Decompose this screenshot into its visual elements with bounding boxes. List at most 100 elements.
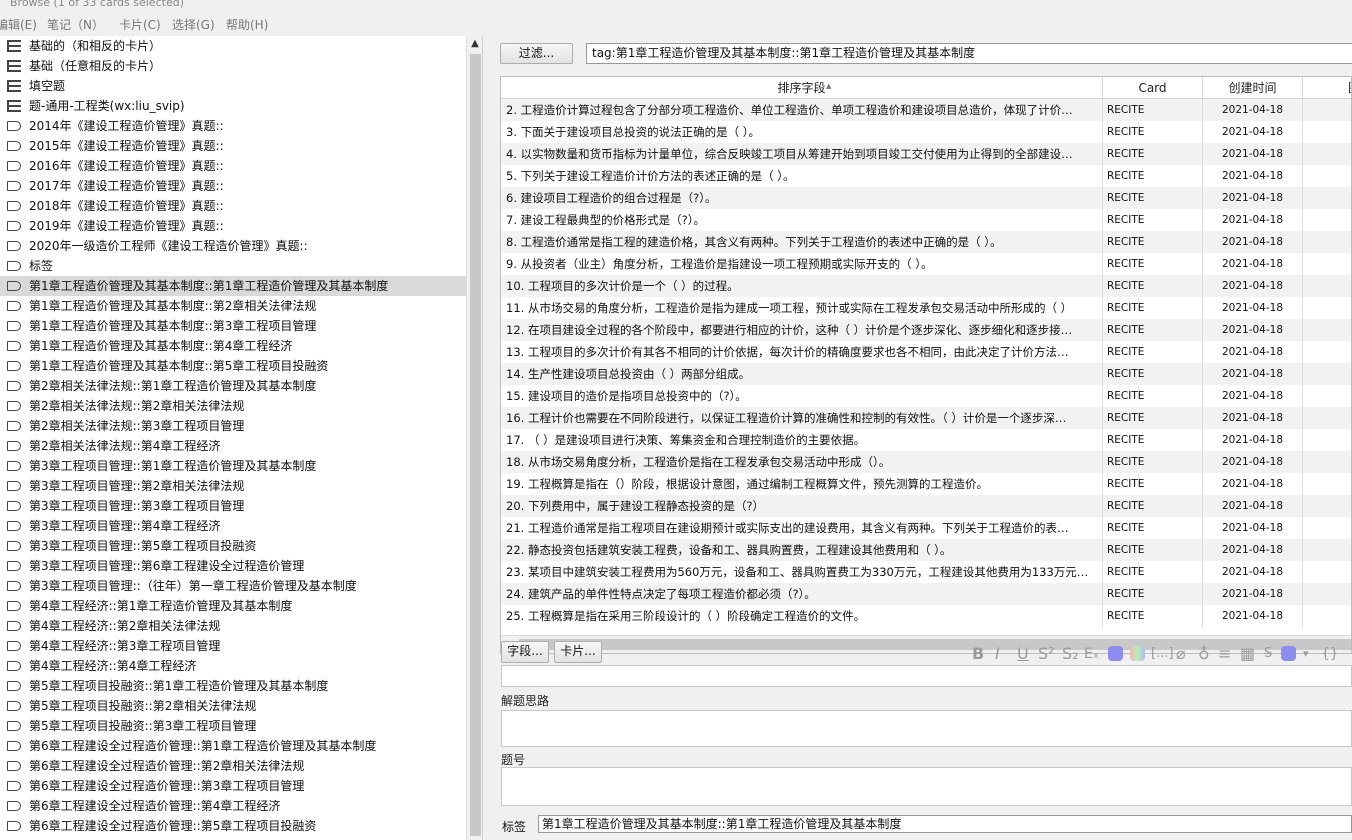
list-icon[interactable]: ≡	[1218, 644, 1231, 664]
sidebar-item[interactable]: 第6章工程建设全过程造价管理::第5章工程项目投融资	[0, 816, 466, 836]
text-color-icon[interactable]	[1108, 646, 1123, 661]
sidebar-item[interactable]: 第2章相关法律法规::第3章工程项目管理	[0, 416, 466, 436]
sidebar-item[interactable]: 第6章工程建设全过程造价管理::第1章工程造价管理及其基本制度	[0, 736, 466, 756]
table-row[interactable]: 16. 工程计价也需要在不同阶段进行，以保证工程造价计算的准确性和控制的有效性。…	[501, 407, 1351, 429]
sidebar-item[interactable]: 基础的（和相反的卡片）	[0, 36, 466, 56]
clear-format-icon[interactable]: Eₓ	[1084, 644, 1099, 664]
sidebar-item[interactable]: 第1章工程造价管理及其基本制度::第5章工程项目投融资	[0, 356, 466, 376]
sidebar-item[interactable]: 第4章工程经济::第1章工程造价管理及其基本制度	[0, 596, 466, 616]
table-row[interactable]: 5. 下列关于建设工程造价计价方法的表述正确的是（ ）。 RECITE 2021-0…	[501, 165, 1351, 187]
table-row[interactable]: 17. （ ）是建设项目进行决策、筹集资金和合理控制造价的主要依据。 RECITE…	[501, 429, 1351, 451]
field-editor-top[interactable]	[501, 665, 1352, 687]
sidebar-item[interactable]: 第4章工程经济::第2章相关法律法规	[0, 616, 466, 636]
sidebar-item[interactable]: 第3章工程项目管理::第1章工程造价管理及其基本制度	[0, 456, 466, 476]
table-row[interactable]: 3. 下面关于建设项目总投资的说法正确的是（ ）。 RECITE 2021-04-1…	[501, 121, 1351, 143]
sidebar-item[interactable]: 第5章工程项目投融资::第2章相关法律法规	[0, 696, 466, 716]
sidebar-item[interactable]: 第4章工程经济::第4章工程经济	[0, 656, 466, 676]
cloze-icon[interactable]: [...]	[1151, 644, 1174, 664]
table-row[interactable]: 14. 生产性建设项目总投资由（ ）两部分组成。 RECITE 2021-04-18	[501, 363, 1351, 385]
menu-go[interactable]: 选择(G)	[172, 16, 215, 33]
table-row[interactable]: 12. 在项目建设全过程的各个阶段中，都要进行相应的计价，这种（ ）计价是个逐步…	[501, 319, 1351, 341]
column-header-sort-field[interactable]: ▲ 排序字段	[501, 77, 1103, 99]
menu-help[interactable]: 帮助(H)	[226, 16, 268, 33]
sidebar-item[interactable]: 第6章工程建设全过程造价管理::第3章工程项目管理	[0, 776, 466, 796]
sidebar-item[interactable]: 第6章工程建设全过程造价管理::第2章相关法律法规	[0, 756, 466, 776]
menu-edit[interactable]: 编辑(E)	[0, 16, 37, 33]
cards-button[interactable]: 卡片...	[554, 641, 602, 663]
table-row[interactable]: 4. 以实物数量和货币指标为计量单位，综合反映竣工项目从筹建开始到项目竣工交付使…	[501, 143, 1351, 165]
sidebar-scroll-thumb[interactable]	[470, 54, 481, 836]
sidebar-item[interactable]: 第1章工程造价管理及其基本制度::第3章工程项目管理	[0, 316, 466, 336]
table-row[interactable]: 2. 工程造价计算过程包含了分部分项工程造价、单位工程造价、单项工程造价和建设项…	[501, 99, 1351, 121]
menu-cards[interactable]: 卡片(C)	[119, 16, 161, 33]
sidebar-item[interactable]: 第4章工程经济::第3章工程项目管理	[0, 636, 466, 656]
table-row[interactable]: 6. 建设项目工程造价的组合过程是（?）。 RECITE 2021-04-18	[501, 187, 1351, 209]
sidebar-item[interactable]: 第2章相关法律法规::第2章相关法律法规	[0, 396, 466, 416]
table-row[interactable]: 18. 从市场交易角度分析，工程造价是指在工程发承包交易活动中形成（）。 RECI…	[501, 451, 1351, 473]
column-header-created[interactable]: 创建时间	[1203, 77, 1303, 99]
underline-icon[interactable]: U	[1017, 644, 1029, 664]
sidebar-item[interactable]: 第5章工程项目投融资::第3章工程项目管理	[0, 716, 466, 736]
sidebar-item[interactable]: 第1章工程造价管理及其基本制度::第4章工程经济	[0, 336, 466, 356]
table-row[interactable]: 7. 建设工程最典型的价格形式是（?）。 RECITE 2021-04-18	[501, 209, 1351, 231]
sidebar-item[interactable]: 第3章工程项目管理::第2章相关法律法规	[0, 476, 466, 496]
sidebar-item[interactable]: 第3章工程项目管理::第5章工程项目投融资	[0, 536, 466, 556]
sidebar-item[interactable]: 基础（任意相反的卡片）	[0, 56, 466, 76]
sidebar-item[interactable]: 第3章工程项目管理::（往年）第一章工程造价管理及基本制度	[0, 576, 466, 596]
table-row[interactable]: 22. 静态投资包括建筑安装工程费，设备和工、器具购置费，工程建设其他费用和（ …	[501, 539, 1351, 561]
column-header-deck[interactable]: 图	[1303, 77, 1351, 99]
sidebar-item[interactable]: 第1章工程造价管理及其基本制度::第2章相关法律法规	[0, 296, 466, 316]
record-audio-icon[interactable]: ♁	[1198, 644, 1210, 664]
bold-icon[interactable]: B	[972, 644, 984, 664]
filter-button[interactable]: 过滤...	[500, 43, 573, 64]
field-editor-solution[interactable]	[501, 710, 1352, 747]
scroll-up-arrow-icon[interactable]: ▲	[467, 36, 482, 52]
italic-icon[interactable]: I	[995, 644, 1000, 664]
sidebar-item[interactable]: 第5章工程项目投融资::第1章工程造价管理及其基本制度	[0, 676, 466, 696]
table-row[interactable]: 19. 工程概算是指在（）阶段，根据设计意图，通过编制工程概算文件，预先测算的工…	[501, 473, 1351, 495]
sidebar-item[interactable]: 第2章相关法律法规::第4章工程经济	[0, 436, 466, 456]
table-row[interactable]: 23. 某项目中建筑安装工程费用为560万元，设备和工、器具购置费工为330万元…	[501, 561, 1351, 583]
table-row[interactable]: 25. 工程概算是指在采用三阶段设计的（ ）阶段确定工程造价的文件。 RECITE…	[501, 605, 1351, 627]
tags-input[interactable]: 第1章工程造价管理及其基本制度::第1章工程造价管理及其基本制度	[538, 815, 1352, 833]
superscript-icon[interactable]: S²	[1038, 644, 1055, 664]
sidebar-item[interactable]: 2018年《建设工程造价管理》真题::	[0, 196, 466, 216]
sidebar-item[interactable]: 2015年《建设工程造价管理》真题::	[0, 136, 466, 156]
sidebar-item[interactable]: 第6章工程建设全过程造价管理::第4章工程经济	[0, 796, 466, 816]
sidebar-item[interactable]: 填空题	[0, 76, 466, 96]
table-row[interactable]: 8. 工程造价通常是指工程的建造价格，其含义有两种。下列关于工程造价的表述中正确…	[501, 231, 1351, 253]
menu-notes[interactable]: 笔记（N）	[47, 16, 104, 33]
attach-icon[interactable]: ⌀	[1176, 644, 1186, 664]
sidebar-item[interactable]: 第3章工程项目管理::第4章工程经济	[0, 516, 466, 536]
background-color-icon[interactable]	[1281, 646, 1296, 661]
sidebar-item[interactable]: 第3章工程项目管理::第6章工程建设全过程造价管理	[0, 556, 466, 576]
subscript-icon[interactable]: S₂	[1062, 644, 1079, 664]
sidebar-item[interactable]: 第2章相关法律法规::第1章工程造价管理及其基本制度	[0, 376, 466, 396]
table-row[interactable]: 24. 建筑产品的单件性特点决定了每项工程造价都必须（?）。 RECITE 2021…	[501, 583, 1351, 605]
sidebar-item[interactable]: 2016年《建设工程造价管理》真题::	[0, 156, 466, 176]
sidebar-item[interactable]: 2017年《建设工程造价管理》真题::	[0, 176, 466, 196]
sidebar-item[interactable]: 2019年《建设工程造价管理》真题::	[0, 216, 466, 236]
table-row[interactable]: 11. 从市场交易的角度分析，工程造价是指为建成一项工程，预计或实际在工程发承包…	[501, 297, 1351, 319]
fields-button[interactable]: 字段...	[501, 641, 549, 663]
sidebar-item[interactable]: 题-通用-工程类(wx:liu_svip)	[0, 96, 466, 116]
sidebar-item[interactable]: 2014年《建设工程造价管理》真题::	[0, 116, 466, 136]
table-row[interactable]: 21. 工程造价通常是指工程项目在建设期预计或实际支出的建设费用，其含义有两种。…	[501, 517, 1351, 539]
chevron-down-icon[interactable]: ▾	[1303, 644, 1309, 664]
search-input[interactable]: tag:第1章工程造价管理及其基本制度::第1章工程造价管理及其基本制度	[586, 43, 1352, 64]
sidebar-item[interactable]: 2020年一级造价工程师《建设工程造价管理》真题::	[0, 236, 466, 256]
table-row[interactable]: 9. 从投资者（业主）角度分析，工程造价是指建设一项工程预期或实际开支的（ ）。…	[501, 253, 1351, 275]
table-row[interactable]: 20. 下列费用中，属于建设工程静态投资的是（?） RECITE 2021-04-1…	[501, 495, 1351, 517]
sidebar-item[interactable]: 标签	[0, 256, 466, 276]
field-editor-number[interactable]	[501, 767, 1352, 806]
sidebar-scrollbar[interactable]: ▲	[466, 36, 482, 840]
highlight-color-icon[interactable]	[1130, 646, 1145, 661]
sidebar-item[interactable]: 第3章工程项目管理::第3章工程项目管理	[0, 496, 466, 516]
html-editor-icon[interactable]: {}	[1321, 644, 1339, 664]
strikethrough-icon[interactable]: S	[1264, 644, 1272, 664]
sidebar-item[interactable]: 第1章工程造价管理及其基本制度::第1章工程造价管理及其基本制度	[0, 276, 466, 296]
table-row[interactable]: 15. 建设项目的造价是指项目总投资中的（?）。 RECITE 2021-04-18	[501, 385, 1351, 407]
column-header-card[interactable]: Card	[1103, 77, 1203, 99]
table-row[interactable]: 10. 工程项目的多次计价是一个（ ）的过程。 RECITE 2021-04-18	[501, 275, 1351, 297]
table-row[interactable]: 13. 工程项目的多次计价有其各不相同的计价依据，每次计价的精确度要求也各不相同…	[501, 341, 1351, 363]
